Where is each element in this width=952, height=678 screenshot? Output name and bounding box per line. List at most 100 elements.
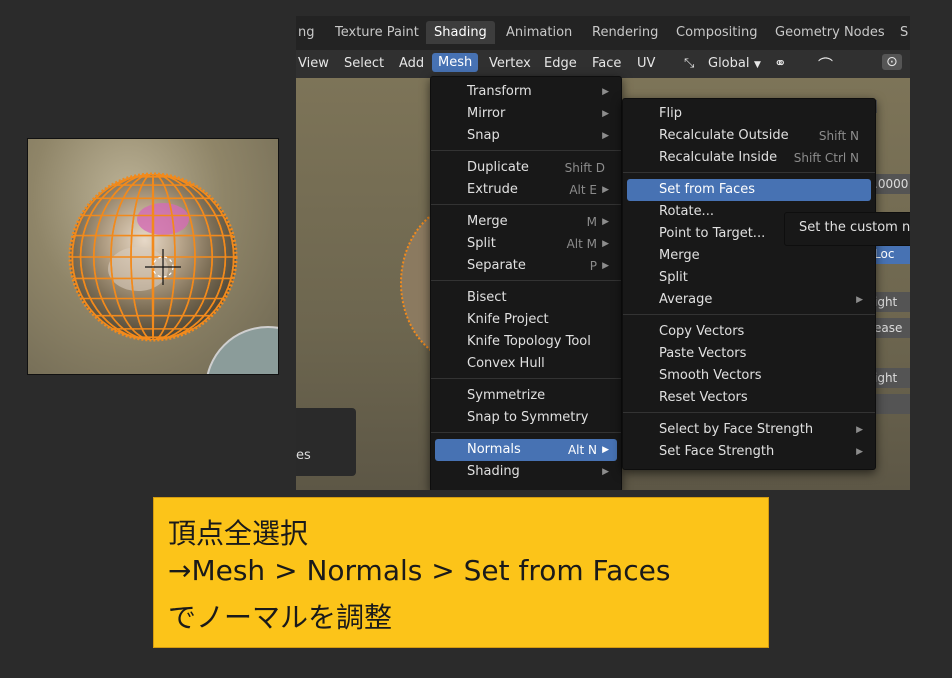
pivot-link-icon[interactable]: ⚭ <box>774 54 787 72</box>
mesh-menu-item-mirror[interactable]: Mirror ▶ <box>435 103 617 125</box>
n-panel-empty-field[interactable] <box>870 394 910 414</box>
normals-menu-item-recalculate-inside[interactable]: Recalculate Inside Shift Ctrl N <box>627 147 871 169</box>
mesh-menu-item-bisect[interactable]: Bisect <box>435 287 617 309</box>
mesh-menu-item-label: Normals <box>467 442 521 457</box>
normals-menu-item-copy-vectors[interactable]: Copy Vectors <box>627 321 871 343</box>
tab-animation[interactable]: Animation <box>506 25 572 40</box>
menu-separator <box>623 314 875 315</box>
normals-menu-item-label: Recalculate Outside <box>659 128 789 143</box>
submenu-arrow-icon: ▶ <box>602 185 609 195</box>
normals-menu-item-paste-vectors[interactable]: Paste Vectors <box>627 343 871 365</box>
normals-menu-item-label: Set from Faces <box>659 182 756 197</box>
mesh-menu-item-label: Convex Hull <box>467 356 545 371</box>
tab-partial[interactable]: ng <box>298 25 315 40</box>
mesh-menu-item-separate[interactable]: Separate P ▶ <box>435 255 617 277</box>
n-panel-weight-field-2[interactable]: ight <box>870 368 910 388</box>
submenu-arrow-icon: ▶ <box>602 217 609 227</box>
mesh-menu-item-shortcut: Alt M <box>566 237 597 251</box>
n-panel-crease-field[interactable]: ease <box>870 318 910 338</box>
normals-menu-item-reset-vectors[interactable]: Reset Vectors <box>627 387 871 409</box>
mesh-menu-item-label: Split <box>467 236 496 251</box>
viewport-thumbnail <box>27 138 279 375</box>
mesh-menu-item-label: Snap to Symmetry <box>467 410 589 425</box>
caption-line-1: 頂点全選択 <box>168 517 309 550</box>
normals-submenu: Flip Recalculate Outside Shift N Recalculat… <box>622 98 876 470</box>
mesh-menu-item-extrude[interactable]: Extrude Alt E ▶ <box>435 179 617 201</box>
submenu-arrow-icon: ▶ <box>602 109 609 119</box>
chevron-down-icon: ▼ <box>754 60 761 70</box>
menu-separator <box>431 150 621 151</box>
normals-menu-item-merge[interactable]: Merge <box>627 245 871 267</box>
mesh-menu-item-label: Duplicate <box>467 160 529 175</box>
proportional-edit-icon[interactable]: ⊙ <box>882 54 902 70</box>
mesh-menu-item-label: Separate <box>467 258 526 273</box>
disco-ball-mesh <box>68 172 278 374</box>
normals-menu-item-label: Merge <box>659 248 700 263</box>
n-panel-local-button[interactable]: Loc <box>870 244 910 264</box>
transform-orientation-select[interactable]: Global <box>708 56 749 71</box>
normals-menu-item-label: Point to Target... <box>659 226 766 241</box>
menu-separator <box>431 280 621 281</box>
mesh-menu-item-snap-to-symmetry[interactable]: Snap to Symmetry <box>435 407 617 429</box>
submenu-arrow-icon: ▶ <box>602 467 609 477</box>
transform-orientation-icon: ⤡ <box>684 56 695 71</box>
normals-menu-item-smooth-vectors[interactable]: Smooth Vectors <box>627 365 871 387</box>
mesh-menu-item-knife-project[interactable]: Knife Project <box>435 309 617 331</box>
mesh-menu-item-knife-topology-tool[interactable]: Knife Topology Tool <box>435 331 617 353</box>
normals-menu-item-label: Rotate... <box>659 204 714 219</box>
n-panel-weight-field[interactable]: ight <box>870 292 910 312</box>
normals-menu-item-shortcut: Shift Ctrl N <box>793 151 859 165</box>
n-panel-value[interactable]: .0000 <box>870 174 910 194</box>
mesh-menu-item-shortcut: Alt E <box>569 183 597 197</box>
menu-select[interactable]: Select <box>344 56 384 71</box>
snap-magnet-icon[interactable]: ⌒ <box>818 54 833 75</box>
mesh-menu-item-merge[interactable]: Merge M ▶ <box>435 211 617 233</box>
menu-face[interactable]: Face <box>592 56 621 71</box>
menu-add[interactable]: Add <box>399 56 424 71</box>
mesh-menu-item-transform[interactable]: Transform ▶ <box>435 81 617 103</box>
mesh-menu-item-label: Transform <box>467 84 532 99</box>
mesh-menu-item-shading[interactable]: Shading ▶ <box>435 461 617 483</box>
mesh-menu-item-duplicate[interactable]: Duplicate Shift D <box>435 157 617 179</box>
mesh-menu-item-snap[interactable]: Snap ▶ <box>435 125 617 147</box>
mesh-menu-item-normals[interactable]: Normals Alt N ▶ <box>435 439 617 461</box>
mesh-menu-item-split[interactable]: Split Alt M ▶ <box>435 233 617 255</box>
mesh-menu-item-shortcut: Shift D <box>564 161 605 175</box>
normals-menu-item-shortcut: Shift N <box>818 129 859 143</box>
normals-menu-item-label: Set Face Strength <box>659 444 775 459</box>
mesh-menu-item-label: Mirror <box>467 106 506 121</box>
blender-window: ng Texture Paint Shading Animation Rende… <box>296 16 910 490</box>
normals-menu-item-label: Flip <box>659 106 682 121</box>
normals-menu-item-split[interactable]: Split <box>627 267 871 289</box>
menu-edge[interactable]: Edge <box>544 56 577 71</box>
menu-mesh[interactable]: Mesh <box>432 53 479 72</box>
tab-partial-right[interactable]: S <box>900 25 908 40</box>
normals-menu-item-average[interactable]: Average ▶ <box>627 289 871 311</box>
tab-geometry-nodes[interactable]: Geometry Nodes <box>775 25 885 40</box>
tab-shading[interactable]: Shading <box>426 21 495 44</box>
mesh-menu-item-symmetrize[interactable]: Symmetrize <box>435 385 617 407</box>
normals-menu-item-select-by-face-strength[interactable]: Select by Face Strength ▶ <box>627 419 871 441</box>
menu-vertex[interactable]: Vertex <box>489 56 531 71</box>
operator-panel[interactable]: es <box>296 408 356 476</box>
world-preview-sphere <box>206 326 278 374</box>
normals-menu-item-recalculate-outside[interactable]: Recalculate Outside Shift N <box>627 125 871 147</box>
menu-separator <box>431 432 621 433</box>
tooltip-text: Set the custom no <box>799 220 910 235</box>
tooltip: Set the custom no <box>784 212 910 246</box>
normals-menu-item-flip[interactable]: Flip <box>627 103 871 125</box>
normals-menu-item-set-from-faces[interactable]: Set from Faces <box>627 179 871 201</box>
menu-uv[interactable]: UV <box>637 56 655 71</box>
normals-menu-item-set-face-strength[interactable]: Set Face Strength ▶ <box>627 441 871 463</box>
mesh-menu-item-convex-hull[interactable]: Convex Hull <box>435 353 617 375</box>
mesh-menu-item-label: Bisect <box>467 290 507 305</box>
tab-texture-paint[interactable]: Texture Paint <box>335 25 419 40</box>
menu-view[interactable]: View <box>298 56 329 71</box>
tab-rendering[interactable]: Rendering <box>592 25 658 40</box>
viewport-header: View Select Add Mesh Vertex Edge Face UV… <box>296 50 910 78</box>
tab-compositing[interactable]: Compositing <box>676 25 758 40</box>
submenu-arrow-icon: ▶ <box>602 131 609 141</box>
normals-menu-item-label: Split <box>659 270 688 285</box>
caption-line-2: →Mesh > Normals > Set from Faces <box>168 554 671 587</box>
mesh-menu: Transform ▶ Mirror ▶ Snap ▶ Duplicate Shift D Ex… <box>430 76 622 490</box>
